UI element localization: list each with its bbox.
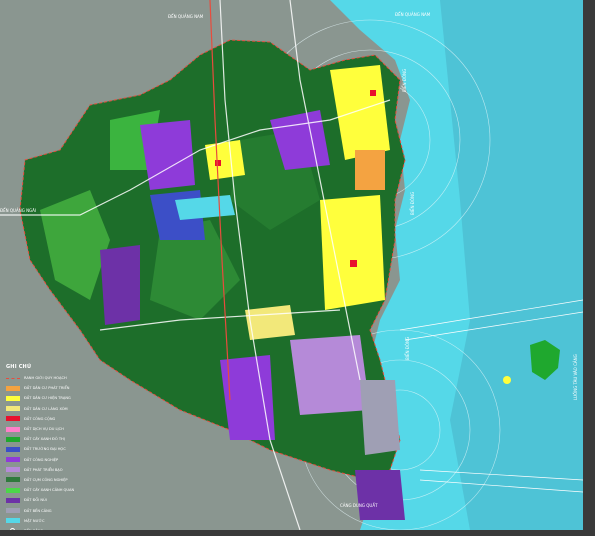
channel-label: LUỒNG TÀU VÀO CẢNG (573, 354, 578, 400)
legend-item: ĐẤT CÂY XANH ĐÔ THỊ (6, 434, 102, 444)
highway-ne-label: ĐẾN QUẢNG NAM (395, 12, 431, 17)
legend-item: ĐẤT ĐỒI NÚI (6, 495, 102, 505)
industrial-zone (100, 245, 140, 325)
legend-item: ĐẤT CÔNG NGHIỆP (6, 455, 102, 465)
legend-swatch (6, 416, 20, 422)
legend-items: RANH GIỚI QUY HOẠCH ĐẤT DÂN CƯ PHÁT TRIỂN… (6, 373, 102, 530)
legend-item: ĐẤT BẾN CẢNG (6, 505, 102, 515)
sea-label-north: BIỂN ĐÔNG (402, 68, 407, 92)
legend-swatch (6, 497, 20, 503)
legend-label: ĐẤT BẾN CẢNG (24, 508, 52, 513)
legend-swatch (6, 477, 20, 483)
legend: GHI CHÚ RANH GIỚI QUY HOẠCH ĐẤT DÂN CƯ PH… (6, 364, 102, 530)
legend-label: RANH GIỚI QUY HOẠCH (24, 376, 67, 381)
legend-label: ĐẤT PHÁT TRIỂN BẠO (24, 467, 63, 472)
legend-label: ĐẤT DÂN CƯ PHÁT TRIỂN (24, 386, 70, 391)
legend-label: ĐẤT CỤM CÔNG NGHIỆP (24, 477, 68, 482)
sea-label-mid: BIỂN ĐÔNG (410, 191, 415, 215)
legend-label: ĐẤT ĐỒI NÚI (24, 498, 47, 503)
legend-item: ĐẤT CỤM CÔNG NGHIỆP (6, 475, 102, 485)
port-zone (360, 380, 400, 455)
legend-swatch (6, 385, 20, 391)
industrial-zone (290, 335, 370, 415)
legend-swatch (6, 377, 20, 379)
legend-label: MẶT NƯỚC (24, 518, 45, 523)
legend-label: ĐẤT CÂY XANH ĐÔ THỊ (24, 437, 65, 442)
legend-swatch (6, 436, 20, 442)
legend-label: ĐẤT CÂY XANH CẢNH QUAN (24, 488, 75, 493)
legend-swatch (6, 467, 20, 473)
industrial-zone (355, 470, 405, 520)
legend-swatch (6, 406, 20, 412)
public-zone (350, 260, 357, 267)
legend-swatch (6, 457, 20, 463)
highway-west-label: ĐẾN QUẢNG NGÃI (0, 208, 37, 213)
legend-label: ĐẤT TRƯỜNG ĐẠI HỌC (24, 447, 66, 452)
legend-title: GHI CHÚ (6, 364, 32, 370)
port-label: CẢNG DUNG QUẤT (340, 503, 378, 508)
legend-item: ĐẤT DÂN CƯ PHÁT TRIỂN (6, 383, 102, 393)
legend-item: ĐẤT DỊCH VỤ DU LỊCH (6, 424, 102, 434)
legend-swatch (6, 426, 20, 432)
legend-label: ĐẤT CÔNG NGHIỆP (24, 457, 59, 462)
public-zone (215, 160, 221, 166)
legend-swatch (6, 487, 20, 493)
legend-label: ĐẤT DỊCH VỤ DU LỊCH (24, 427, 64, 432)
legend-item: RANH GIỚI QUY HOẠCH (6, 373, 102, 383)
legend-swatch (6, 508, 20, 514)
legend-item: ĐẤT DÂN CƯ HIỆN TRẠNG (6, 393, 102, 403)
residential-zone (320, 195, 385, 310)
legend-item: ĐẤT DÂN CƯ LÀNG XÓM (6, 404, 102, 414)
sea-label-south: BIỂN ĐÔNG (405, 336, 410, 360)
highway-north-label: ĐẾN QUẢNG NAM (168, 14, 204, 19)
legend-item: MẶT NƯỚC (6, 516, 102, 526)
bottom-margin (0, 530, 595, 536)
legend-swatch (6, 518, 20, 524)
legend-item: ĐẤT CÔNG CỘNG (6, 414, 102, 424)
map-frame: BIỂN ĐÔNG BIỂN ĐÔNG BIỂN ĐÔNG LUỒNG TÀU … (0, 0, 583, 530)
legend-item: ĐẤT PHÁT TRIỂN BẠO (6, 465, 102, 475)
public-zone (370, 90, 376, 96)
legend-swatch (6, 395, 20, 401)
right-margin (583, 0, 595, 536)
legend-label: ĐẤT DÂN CƯ LÀNG XÓM (24, 406, 68, 411)
legend-label: ĐẤT CÔNG CỘNG (24, 416, 56, 421)
legend-label: ĐẤT DÂN CƯ HIỆN TRẠNG (24, 396, 71, 401)
legend-item: ĐẤT CÂY XANH CẢNH QUAN (6, 485, 102, 495)
development-zone (355, 150, 385, 190)
legend-item: ĐẤT TRƯỜNG ĐẠI HỌC (6, 444, 102, 454)
legend-swatch (6, 446, 20, 452)
island-marker (503, 376, 511, 384)
